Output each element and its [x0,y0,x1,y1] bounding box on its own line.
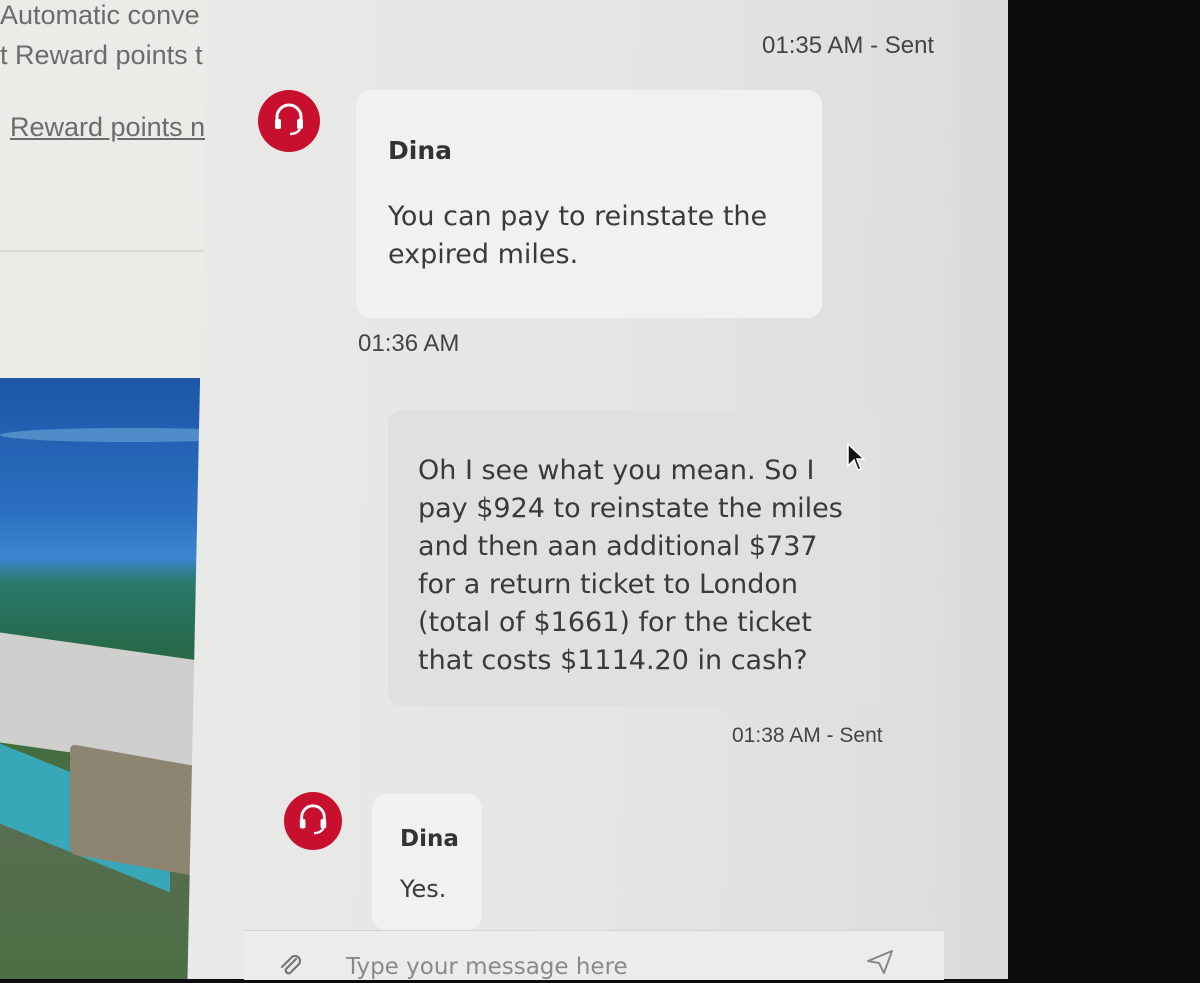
message-text: Yes. [400,875,447,903]
message-input[interactable] [344,951,828,983]
message-status: 01:35 AM - Sent [762,32,935,59]
agent-message-bubble: Dina You can pay to reinstate the expire… [356,90,822,318]
bg-link[interactable]: Reward points n [10,112,205,143]
sender-name: Dina [400,826,459,852]
chat-scroll-edge[interactable] [960,0,1008,979]
message-composer [244,930,944,983]
cursor-icon [846,442,866,476]
sender-name: Dina [388,136,452,165]
message-time: 01:36 AM [358,330,460,357]
headset-icon [271,101,307,141]
bg-text-line: t Reward points t [0,40,203,70]
bg-text-line: Automatic conve [0,0,200,30]
send-icon[interactable] [866,949,894,979]
user-message-bubble: Oh I see what you mean. So I pay $924 to… [388,410,880,706]
attach-icon[interactable] [276,951,304,983]
headset-icon [296,802,330,840]
message-status: 01:38 AM - Sent [732,724,883,747]
message-text: You can pay to reinstate the expired mil… [388,201,768,270]
agent-avatar [258,90,320,152]
message-text: Oh I see what you mean. So I pay $924 to… [418,455,843,676]
agent-message-bubble: Dina Yes. [372,794,482,930]
agent-avatar [284,792,342,850]
